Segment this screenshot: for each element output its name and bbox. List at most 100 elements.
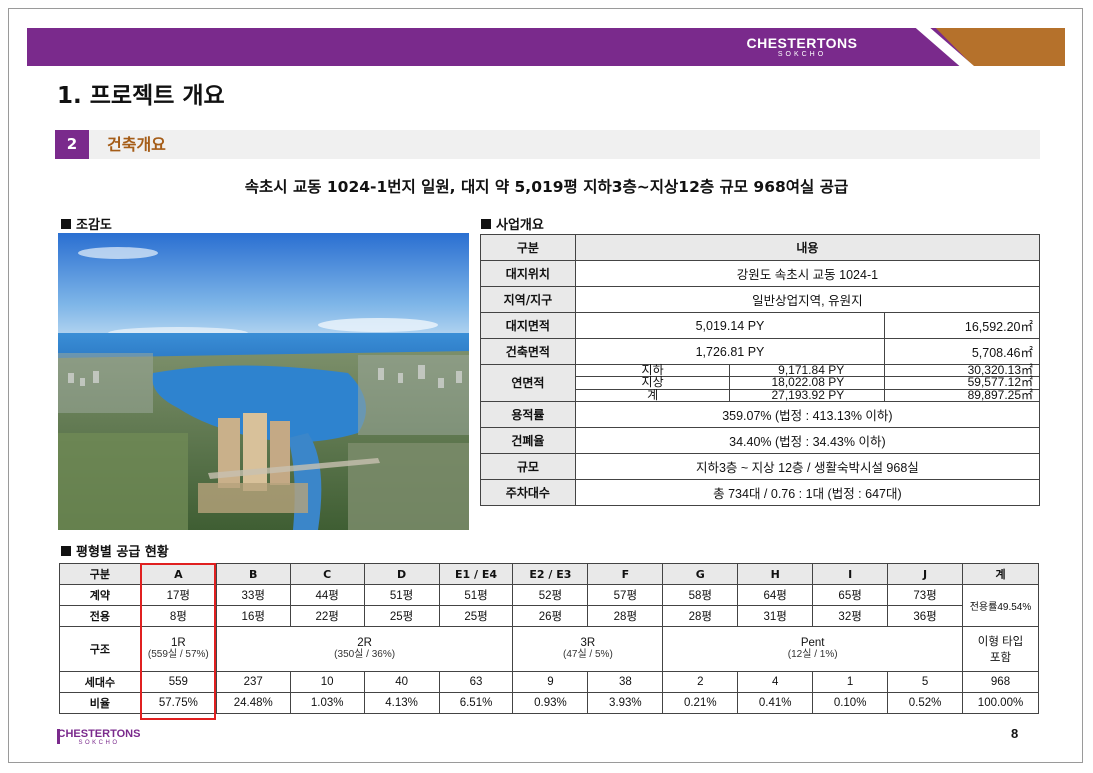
contract-cell: 64평 xyxy=(737,584,814,606)
ratio-cell: 6.51% xyxy=(438,692,514,714)
exclusive-cell: 25평 xyxy=(363,605,440,627)
row-label: 주차대수 xyxy=(480,479,576,506)
units-cell: 10 xyxy=(289,671,365,693)
row-label: 계약 xyxy=(59,584,141,606)
row-label: 대지면적 xyxy=(480,312,576,339)
contract-cell: 17평 xyxy=(139,584,217,606)
ratio-cell: 0.21% xyxy=(662,692,739,714)
units-total: 968 xyxy=(962,671,1039,693)
type-header: D xyxy=(363,563,440,585)
structure-total-line: 포함 xyxy=(989,652,1012,664)
supply-table: 구분 A B C D E1 / E4 E2 / E3 F G H I J 계 계… xyxy=(59,563,1039,714)
supply-heading-text: 평형별 공급 현황 xyxy=(76,545,169,560)
structure-name: Pent xyxy=(800,637,825,649)
type-header: H xyxy=(737,563,814,585)
site-area-py: 5,019.14 PY xyxy=(574,312,886,339)
structure-name: 2R xyxy=(357,637,372,649)
structure-detail: (559실 / 57%) xyxy=(147,649,209,660)
building-area-m2: 5,708.46㎡ xyxy=(884,338,1040,365)
contract-cell: 52평 xyxy=(512,584,589,606)
bullet-square-icon xyxy=(481,219,491,229)
contract-cell: 51평 xyxy=(438,584,514,606)
contract-cell: 51평 xyxy=(363,584,440,606)
ratio-cell: 57.75% xyxy=(139,692,217,714)
structure-cell: 2R (350실 / 36%) xyxy=(215,626,514,672)
floor-area-m2: 89,897.25㎡ xyxy=(884,388,1040,403)
logo-name: CHESTERTONS xyxy=(746,35,858,51)
business-heading: 사업개요 xyxy=(481,214,544,233)
business-heading-text: 사업개요 xyxy=(496,218,544,233)
units-cell: 4 xyxy=(737,671,814,693)
exclusive-cell: 28평 xyxy=(587,605,664,627)
ratio-cell: 0.52% xyxy=(887,692,963,714)
row-label: 구조 xyxy=(59,626,141,672)
aerial-view-image xyxy=(58,233,469,530)
ratio-cell: 1.03% xyxy=(289,692,365,714)
row-label: 건축면적 xyxy=(480,338,576,365)
structure-total: 이형 타입 포함 xyxy=(962,626,1039,672)
parking-value: 총 734대 / 0.76 : 1대 (법정 : 647대) xyxy=(574,479,1041,506)
header-category: 구분 xyxy=(480,234,576,261)
ratio-cell: 3.93% xyxy=(587,692,664,714)
floor-area-py: 27,193.92 PY xyxy=(729,388,886,403)
ratio-total: 100.00% xyxy=(962,692,1039,714)
row-label: 건폐율 xyxy=(480,427,576,454)
site-area-m2: 16,592.20㎡ xyxy=(884,312,1040,339)
section-number: 2 xyxy=(55,130,89,159)
exclusive-cell: 8평 xyxy=(139,605,217,627)
structure-cell: 3R (47실 / 5%) xyxy=(512,626,664,672)
row-label: 세대수 xyxy=(59,671,141,693)
structure-detail: (350실 / 36%) xyxy=(334,649,396,660)
page-number: 8 xyxy=(1011,726,1019,741)
header-accent xyxy=(935,28,1065,66)
type-header: J xyxy=(887,563,963,585)
units-cell: 2 xyxy=(662,671,739,693)
type-header: E2 / E3 xyxy=(512,563,589,585)
section-header: 2 건축개요 xyxy=(55,130,1040,159)
exclusive-cell: 25평 xyxy=(438,605,514,627)
zone-value: 일반상업지역, 유원지 xyxy=(574,286,1041,313)
type-header: F xyxy=(587,563,664,585)
row-label: 전용 xyxy=(59,605,141,627)
type-header: I xyxy=(812,563,889,585)
project-summary: 속초시 교동 1024-1번지 일원, 대지 약 5,019평 지하3층~지상1… xyxy=(244,178,849,196)
exclusive-cell: 26평 xyxy=(512,605,589,627)
header-logo: CHESTERTONS SOKCHO xyxy=(732,36,872,59)
structure-detail: (47실 / 5%) xyxy=(563,649,613,660)
section-title: 건축개요 xyxy=(107,135,166,154)
ratio-cell: 0.10% xyxy=(812,692,889,714)
row-label: 용적률 xyxy=(480,401,576,428)
header-content: 내용 xyxy=(574,234,1041,261)
type-header: B xyxy=(215,563,291,585)
contract-cell: 57평 xyxy=(587,584,664,606)
structure-detail: (12실 / 1%) xyxy=(787,649,838,660)
page-title: 1. 프로젝트 개요 xyxy=(57,83,225,109)
footer-logo-name: CHESTERTONS xyxy=(57,728,141,740)
bullet-square-icon xyxy=(61,546,71,556)
exclusive-cell: 16평 xyxy=(215,605,291,627)
aerial-heading-text: 조감도 xyxy=(76,218,112,233)
units-cell: 40 xyxy=(363,671,440,693)
logo-sub: SOKCHO xyxy=(777,51,827,58)
ratio-cell: 24.48% xyxy=(215,692,291,714)
units-cell: 63 xyxy=(438,671,514,693)
ratio-cell: 0.41% xyxy=(737,692,814,714)
units-cell: 1 xyxy=(812,671,889,693)
row-label: 지역/지구 xyxy=(480,286,576,313)
total-header: 계 xyxy=(962,563,1039,585)
exclusive-cell: 32평 xyxy=(812,605,889,627)
units-cell: 5 xyxy=(887,671,963,693)
scale-value: 지하3층 ~ 지상 12층 / 생활숙박시설 968실 xyxy=(574,453,1041,480)
bcr-value: 34.40% (법정 : 34.43% 이하) xyxy=(574,427,1041,454)
contract-cell: 44평 xyxy=(289,584,365,606)
bullet-square-icon xyxy=(61,219,71,229)
structure-cell: 1R (559실 / 57%) xyxy=(139,626,217,672)
exclusive-ratio: 전용률49.54% xyxy=(962,584,1039,627)
header-bar: CHESTERTONS SOKCHO xyxy=(27,28,1065,66)
exclusive-cell: 31평 xyxy=(737,605,814,627)
units-cell: 9 xyxy=(512,671,589,693)
contract-cell: 33평 xyxy=(215,584,291,606)
contract-cell: 65평 xyxy=(812,584,889,606)
type-header: E1 / E4 xyxy=(438,563,514,585)
exclusive-cell: 36평 xyxy=(887,605,963,627)
